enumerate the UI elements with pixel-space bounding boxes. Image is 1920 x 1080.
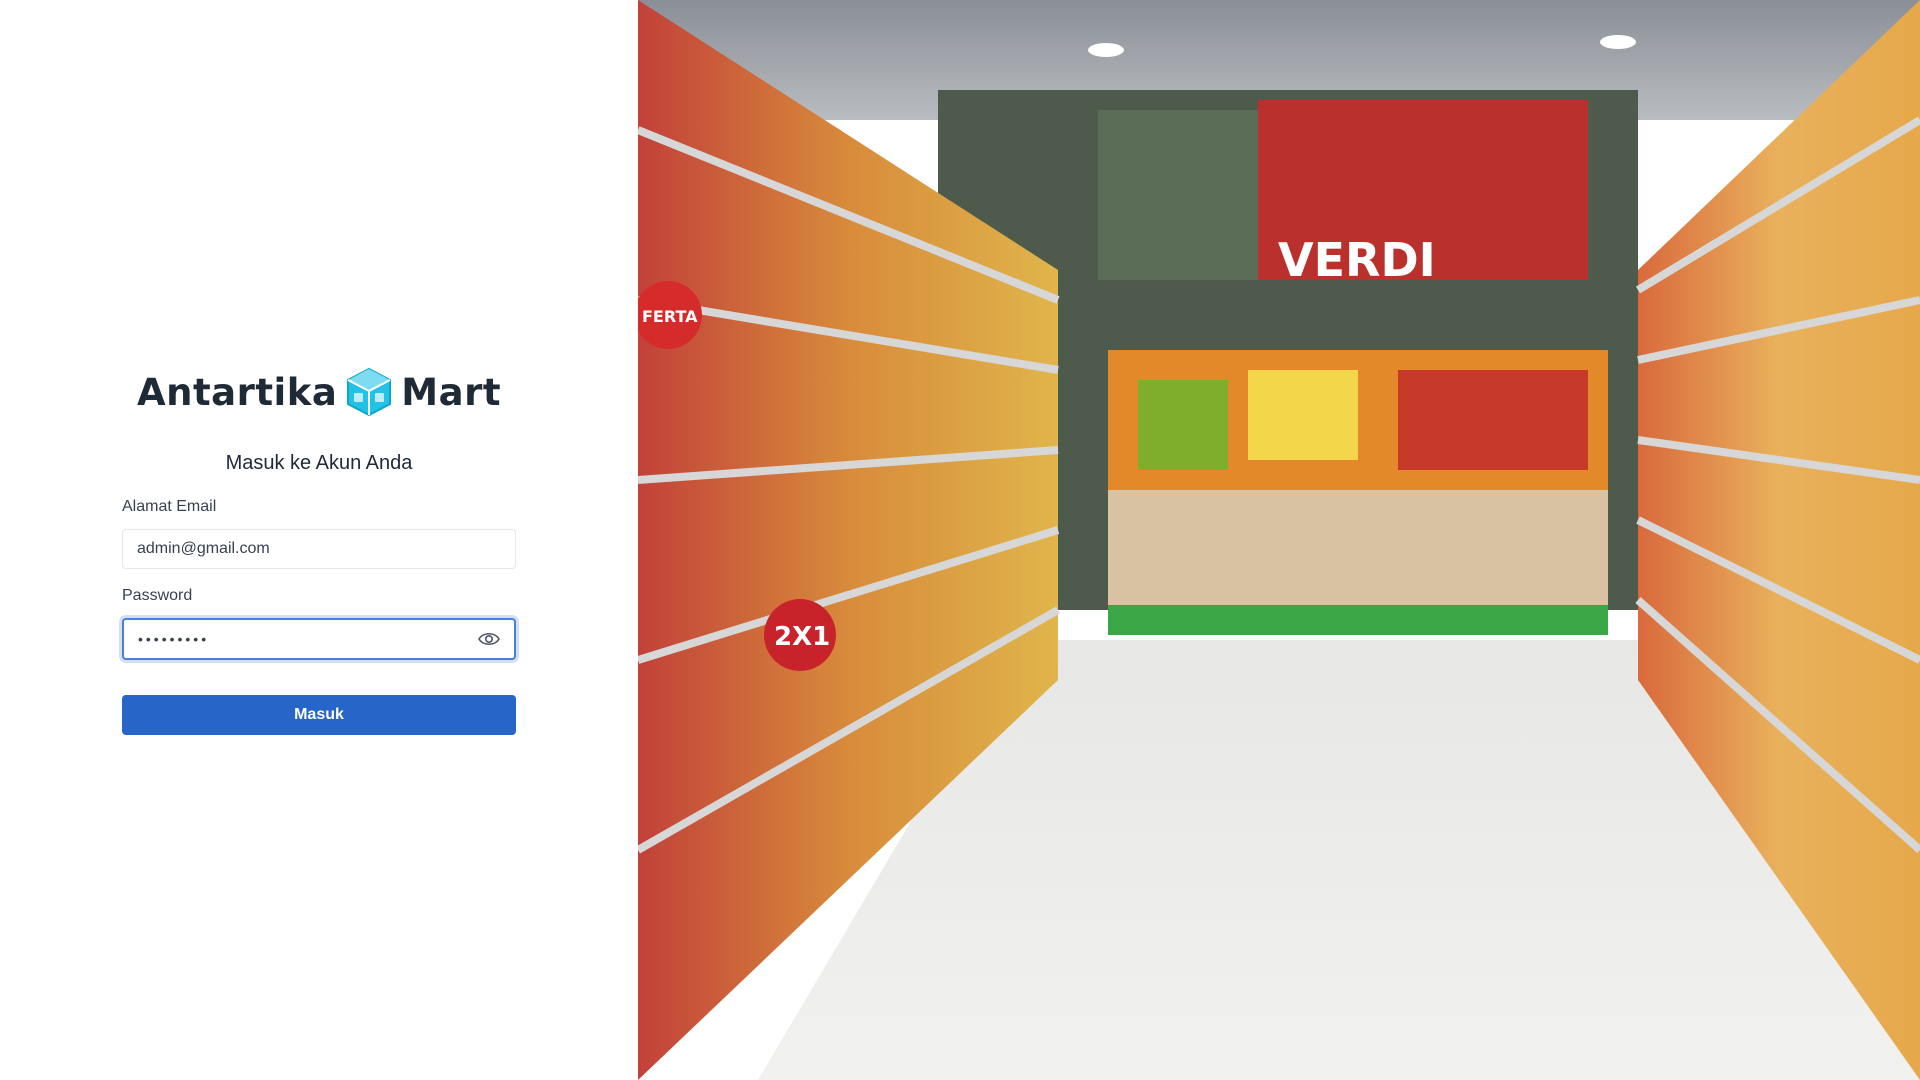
supermarket-aisle-image: VERDI FERTA 2X1	[638, 0, 1920, 1080]
brand-name-right: Mart	[401, 370, 502, 414]
promo-badge: 2X1	[774, 622, 830, 652]
email-field[interactable]: admin@gmail.com	[122, 529, 516, 569]
login-button[interactable]: Masuk	[122, 695, 516, 735]
login-heading: Masuk ke Akun Anda	[225, 452, 413, 474]
brand-name-left: Antartika	[136, 370, 338, 414]
cube-logo-icon	[347, 367, 392, 417]
login-panel: Antartika Mart Masuk ke Akun Anda Alamat…	[0, 0, 638, 1080]
email-label: Alamat Email	[122, 498, 217, 515]
aisle-illustration: VERDI FERTA 2X1	[638, 0, 1920, 1080]
password-field[interactable]: •••••••••	[122, 618, 516, 660]
password-label: Password	[122, 587, 193, 604]
banner-text: VERDI	[1278, 233, 1436, 287]
eye-icon[interactable]	[478, 630, 500, 648]
brand-logo: Antartika Mart	[0, 362, 638, 422]
offer-badge: FERTA	[642, 307, 698, 326]
